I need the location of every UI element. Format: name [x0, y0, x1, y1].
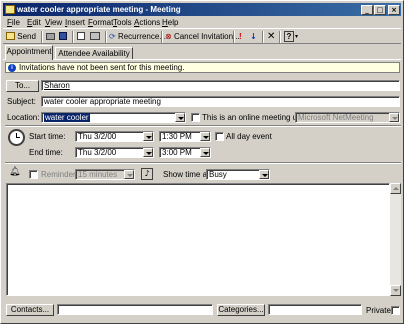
location-value: water cooler — [44, 113, 90, 122]
toolbar-separator — [105, 31, 107, 43]
print-icon — [46, 33, 55, 40]
send-button[interactable]: Send — [6, 31, 36, 43]
bell-icon: 🔔︎ — [9, 167, 21, 177]
subject-label: Subject: — [7, 97, 36, 106]
menu-edit[interactable]: Edit — [27, 18, 41, 27]
tab-attendee-availability[interactable]: Attendee Availability — [55, 47, 133, 59]
categories-button[interactable]: Categories... — [217, 304, 265, 316]
contacts-field[interactable] — [57, 304, 213, 315]
insert-file-icon — [77, 32, 85, 40]
online-meeting-dropdown-icon[interactable] — [389, 113, 399, 122]
categories-field[interactable] — [268, 304, 362, 315]
check-names-button[interactable] — [90, 31, 102, 43]
window-title: water cooler appropriate meeting - Meeti… — [17, 5, 181, 14]
end-date-dropdown-icon[interactable] — [143, 148, 153, 157]
private-checkbox[interactable] — [391, 306, 400, 315]
toolbar-options-icon[interactable]: ▾ — [295, 31, 298, 43]
start-date-dropdown-icon[interactable] — [143, 132, 153, 141]
start-time-dropdown-icon[interactable] — [200, 132, 210, 141]
toolbar-separator — [41, 31, 43, 43]
end-time-dropdown-icon[interactable] — [200, 148, 210, 157]
all-day-checkbox[interactable] — [215, 132, 224, 141]
delete-icon[interactable]: ✕ — [267, 31, 275, 43]
cancel-invitation-icon: ⊗ — [165, 32, 172, 41]
meeting-icon — [5, 5, 15, 14]
meeting-window: water cooler appropriate meeting - Meeti… — [0, 0, 404, 324]
reminder-checkbox[interactable] — [29, 170, 38, 179]
menu-actions[interactable]: Actions — [134, 18, 160, 27]
clock-icon — [8, 129, 25, 146]
arrow-up-icon — [393, 187, 399, 190]
contacts-button[interactable]: Contacts... — [6, 304, 54, 316]
arrow-down-icon — [393, 289, 399, 292]
to-button[interactable]: To... — [6, 80, 39, 92]
recurrence-icon: ⟳ — [109, 32, 116, 41]
to-field[interactable]: Sharon — [41, 80, 400, 91]
print-button[interactable] — [46, 31, 56, 43]
notes-body[interactable] — [6, 183, 390, 296]
importance-high-button[interactable]: ! — [239, 31, 242, 43]
importance-low-button[interactable]: ↓ — [250, 31, 257, 43]
toolbar-separator — [279, 31, 281, 43]
online-meeting-select[interactable]: Microsoft NetMeeting — [295, 112, 400, 123]
location-field[interactable]: water cooler — [41, 112, 186, 123]
online-meeting-checkbox[interactable] — [191, 113, 200, 122]
recurrence-button[interactable]: ⟳ Recurrence... — [109, 31, 166, 43]
title-bar[interactable]: water cooler appropriate meeting - Meeti… — [3, 3, 401, 16]
show-time-as-dropdown-icon[interactable] — [259, 170, 269, 179]
menu-format[interactable]: Format — [88, 18, 113, 27]
menu-file[interactable]: File — [7, 18, 20, 27]
close-button[interactable]: × — [388, 5, 400, 15]
location-dropdown-icon[interactable] — [175, 113, 185, 122]
toolbar-separator — [262, 31, 264, 43]
help-button[interactable]: ? — [284, 31, 294, 42]
reminder-sound-icon[interactable]: ♪ — [141, 168, 153, 180]
separator — [5, 125, 401, 127]
info-bar: i Invitations have not been sent for thi… — [5, 62, 400, 73]
reminder-label: Reminder: — [41, 170, 78, 179]
toolbar-separator — [161, 31, 163, 43]
cancel-invitation-button[interactable]: ⊗ Cancel Invitation... — [165, 31, 240, 43]
end-time-label: End time: — [29, 148, 63, 157]
menu-view[interactable]: View — [45, 18, 62, 27]
scroll-down-button[interactable] — [390, 285, 401, 296]
maximize-button[interactable]: □ — [374, 5, 386, 15]
minimize-button[interactable]: _ — [361, 5, 373, 15]
toolbar-separator — [72, 31, 74, 43]
reminder-dropdown-icon[interactable] — [124, 170, 134, 179]
all-day-label: All day event — [226, 132, 272, 141]
notes-scrollbar[interactable] — [390, 183, 401, 296]
tab-divider — [3, 59, 401, 60]
menu-tools[interactable]: Tools — [113, 18, 132, 27]
scroll-up-button[interactable] — [390, 183, 401, 194]
menu-bar: File Edit View Insert Format Tools Actio… — [3, 17, 401, 28]
save-icon — [59, 32, 67, 40]
insert-file-button[interactable] — [77, 31, 87, 43]
start-time-label: Start time: — [29, 132, 66, 141]
private-label: Private — [366, 306, 391, 315]
location-label: Location: — [7, 113, 40, 122]
send-icon — [6, 32, 15, 40]
info-bar-text: Invitations have not been sent for this … — [19, 63, 185, 72]
tab-appointment[interactable]: Appointment — [5, 45, 53, 60]
info-icon: i — [8, 64, 16, 72]
check-names-icon — [90, 32, 100, 40]
standard-toolbar: Send ⟳ Recurrence... ⊗ Cancel Invitation… — [3, 28, 401, 44]
menu-help[interactable]: Help — [162, 18, 178, 27]
subject-field[interactable]: water cooler appropriate meeting — [41, 96, 400, 107]
separator — [5, 162, 401, 164]
toolbar-separator — [233, 31, 235, 43]
menu-insert[interactable]: Insert — [65, 18, 85, 27]
save-button[interactable] — [59, 31, 69, 43]
